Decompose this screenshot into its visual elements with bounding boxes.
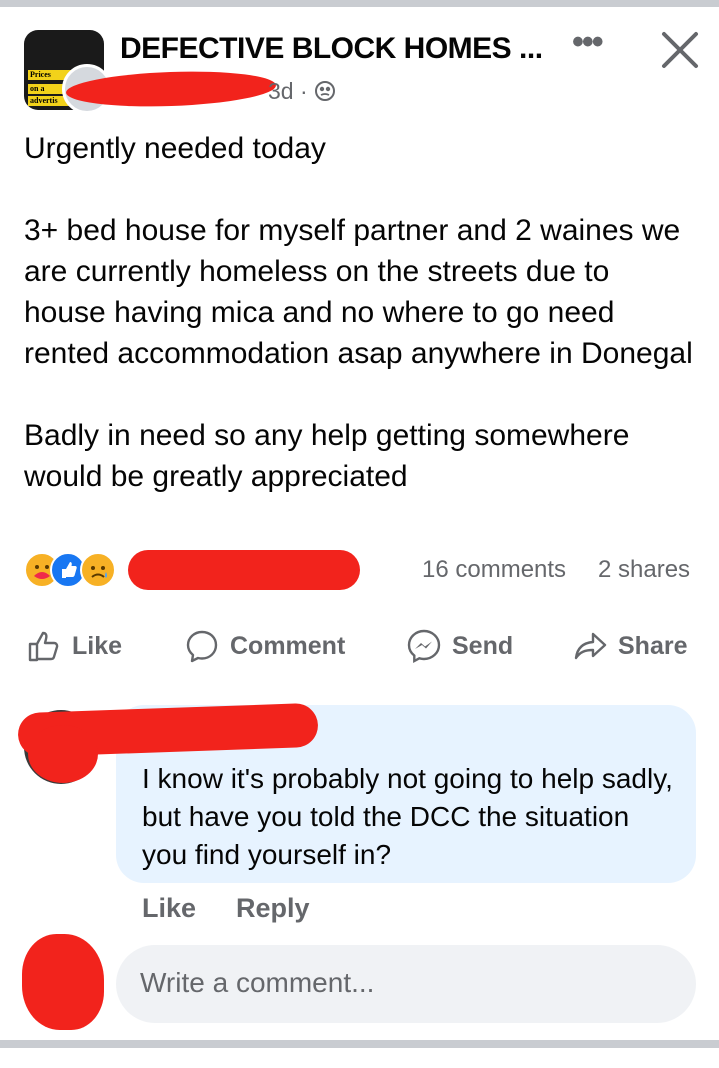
close-icon[interactable] [656, 26, 704, 74]
group-name[interactable]: DEFECTIVE BLOCK HOMES ... [120, 32, 543, 66]
comment-button[interactable]: Comment [184, 620, 345, 672]
redaction-mark [22, 934, 104, 1030]
share-button[interactable]: Share [572, 620, 687, 672]
post-paragraph: Urgently needed today [24, 132, 326, 165]
comment-text: I know it's probably not going to help s… [142, 763, 673, 870]
more-icon[interactable]: ••• [572, 25, 604, 59]
globe-icon [315, 81, 336, 101]
post-action-bar: Like Comment Send Share [0, 620, 719, 672]
comment-input-placeholder: Write a comment... [140, 967, 375, 998]
send-button[interactable]: Send [406, 620, 513, 672]
comments-count[interactable]: 16 comments [422, 556, 566, 584]
messenger-icon [407, 629, 441, 664]
top-divider [0, 0, 719, 7]
post-stats: 16 comments 2 shares [24, 548, 696, 592]
time-text: 3d · [268, 78, 308, 104]
like-label: Like [72, 631, 123, 660]
send-label: Send [452, 631, 514, 660]
redaction-mark [128, 550, 360, 590]
post-body: Urgently needed today 3+ bed house for m… [24, 128, 699, 497]
post-paragraph: Badly in need so any help getting somewh… [24, 419, 630, 493]
share-label: Share [618, 631, 688, 660]
comment-input[interactable]: Write a comment... [116, 945, 696, 1023]
like-button[interactable]: Like [26, 620, 122, 672]
like-icon [28, 631, 59, 662]
sad-reaction-icon [80, 552, 116, 588]
share-icon [574, 632, 607, 660]
comment-like-button[interactable]: Like [142, 893, 196, 924]
comment-label: Comment [230, 631, 346, 660]
comment-reply-button[interactable]: Reply [236, 893, 310, 924]
post-timestamp: 3d · [268, 78, 336, 105]
shares-count[interactable]: 2 shares [598, 556, 690, 584]
post-paragraph: 3+ bed house for myself partner and 2 wa… [24, 214, 693, 370]
bottom-divider [0, 1040, 719, 1048]
redaction-mark [28, 725, 98, 783]
comment-icon [186, 630, 218, 663]
